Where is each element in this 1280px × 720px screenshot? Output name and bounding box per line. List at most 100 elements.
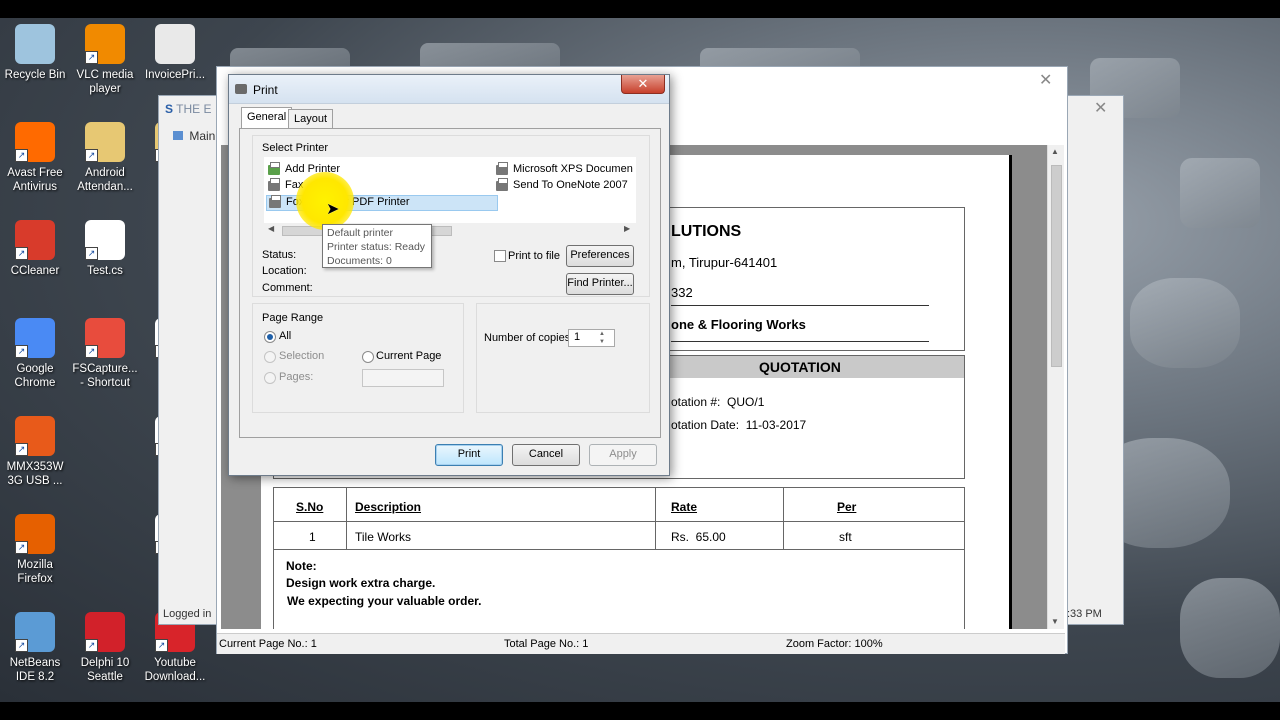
print-to-file-label: Print to file [508, 250, 560, 262]
scroll-down-icon[interactable]: ▼ [1051, 617, 1059, 626]
add-printer-icon [268, 162, 280, 175]
apply-button[interactable]: Apply [589, 444, 657, 466]
fscapture-icon: ↗ [85, 318, 125, 358]
shortcut-arrow-icon: ↗ [15, 541, 28, 554]
table-header-rate: Rate [671, 500, 698, 514]
app-logo-icon: S [165, 102, 174, 116]
desktop-icon-label: CCleaner [10, 265, 60, 277]
desktop-icon-label: MMX353W 3G USB ... [6, 461, 64, 487]
background-close-icon[interactable]: ✕ [1094, 98, 1107, 118]
scroll-left-icon[interactable]: ◀ [268, 224, 274, 233]
desktop-icon-chrome[interactable]: ↗ Google Chrome [0, 318, 70, 390]
range-current-page-label: Current Page [376, 350, 442, 362]
desktop-icon-android-attendance[interactable]: ↗ Android Attendan... [70, 122, 140, 194]
desktop-icon-label: Avast Free Antivirus [7, 167, 63, 193]
range-pages-radio[interactable] [264, 372, 276, 384]
quotation-heading: QUOTATION [759, 359, 841, 375]
desktop-icon-label: Delphi 10 Seattle [80, 657, 130, 683]
tab-layout[interactable]: Layout [288, 109, 334, 128]
background-status-left: Logged in [163, 608, 212, 620]
cancel-button[interactable]: Cancel [512, 444, 580, 466]
shortcut-arrow-icon: ↗ [15, 149, 28, 162]
firefox-icon: ↗ [15, 514, 55, 554]
desktop-icon-label: FSCapture... - Shortcut [72, 363, 138, 389]
desktop-icon-netbeans[interactable]: ↗ NetBeans IDE 8.2 [0, 612, 70, 684]
zoom-status: Zoom Factor: 100% [786, 638, 883, 650]
table-rule [273, 521, 964, 522]
chevron-up-icon[interactable]: ▲ ▼ [599, 330, 605, 346]
preferences-button[interactable]: Preferences [566, 245, 634, 267]
print-dialog[interactable]: Print ✕ General Layout Select Printer Ad… [228, 74, 670, 476]
home-icon [173, 131, 183, 140]
dialog-titlebar[interactable]: Print ✕ [229, 75, 669, 104]
desktop-icon-recycle-bin[interactable]: Recycle Bin [0, 24, 70, 82]
test-cs-icon: ↗ [85, 220, 125, 260]
vlc-icon: ↗ [85, 24, 125, 64]
table-cell-description: Tile Works [355, 530, 412, 544]
desktop-icon-invoice-printer[interactable]: InvoicePri... [140, 24, 210, 82]
note-title: Note: [286, 559, 317, 573]
copies-value: 1 [574, 331, 581, 343]
quotation-number-row: otation #: QUO/1 [671, 395, 765, 409]
quotation-date-row: otation Date: 11-03-2017 [671, 418, 807, 432]
range-current-page-radio[interactable] [362, 351, 374, 363]
page-range-label: Page Range [262, 312, 324, 324]
mouse-pointer-icon: ➤ [326, 201, 340, 218]
main-tab[interactable]: Main [173, 129, 215, 143]
range-all-label: All [279, 330, 292, 342]
general-tab-panel: Select Printer Add Printer Fax Foxit Rea… [239, 128, 661, 438]
print-to-file-checkbox[interactable] [494, 250, 506, 262]
printer-icon [496, 162, 508, 175]
status-label: Status: [262, 249, 297, 261]
printer-icon [269, 195, 281, 208]
company-phone: 332 [671, 285, 693, 300]
comment-label: Comment: [262, 282, 313, 294]
scroll-right-icon[interactable]: ▶ [624, 224, 630, 233]
desktop-icon-label: Mozilla Firefox [17, 559, 53, 585]
company-name: LUTIONS [671, 223, 742, 240]
desktop-icon-fscapture[interactable]: ↗ FSCapture... - Shortcut [70, 318, 140, 390]
desktop-icon-vlc[interactable]: ↗ VLC media player [70, 24, 140, 96]
ccleaner-icon: ↗ [15, 220, 55, 260]
chrome-icon: ↗ [15, 318, 55, 358]
table-header-sno: S.No [296, 500, 324, 514]
desktop-icon-firefox[interactable]: ↗ Mozilla Firefox [0, 514, 70, 586]
invoice-printer-icon [155, 24, 195, 64]
company-address: m, Tirupur-641401 [671, 255, 778, 270]
desktop-icon-avast[interactable]: ↗ Avast Free Antivirus [0, 122, 70, 194]
pages-input[interactable] [362, 369, 444, 387]
tab-general[interactable]: General [241, 107, 293, 128]
find-printer-button[interactable]: Find Printer... [566, 273, 634, 295]
table-rule [346, 487, 347, 549]
table-cell-per: sft [839, 530, 852, 544]
range-selection-radio[interactable] [264, 351, 276, 363]
avast-icon: ↗ [15, 122, 55, 162]
table-rule [655, 487, 656, 549]
range-all-radio[interactable] [264, 331, 276, 343]
scroll-up-icon[interactable]: ▲ [1051, 147, 1059, 156]
android-attendance-icon: ↗ [85, 122, 125, 162]
copies-label: Number of copies: [484, 332, 574, 344]
desktop-icon-label: Youtube Download... [144, 657, 206, 683]
desktop-icon-mmx353w[interactable]: ↗ MMX353W 3G USB ... [0, 416, 70, 488]
total-page-status: Total Page No.: 1 [504, 638, 589, 650]
shortcut-arrow-icon: ↗ [15, 247, 28, 260]
printer-tooltip: Default printer Printer status: Ready Do… [322, 224, 432, 268]
scroll-thumb[interactable] [1051, 165, 1062, 367]
dialog-title: Print [253, 83, 278, 97]
close-button[interactable]: ✕ [621, 75, 665, 94]
preview-close-icon[interactable]: ✕ [1039, 70, 1052, 90]
copies-stepper[interactable]: 1 ▲ ▼ [568, 329, 615, 347]
desktop-icon-delphi[interactable]: ↗ Delphi 10 Seattle [70, 612, 140, 684]
print-button[interactable]: Print [435, 444, 503, 466]
shortcut-arrow-icon: ↗ [85, 149, 98, 162]
shortcut-arrow-icon: ↗ [85, 247, 98, 260]
divider [671, 305, 929, 306]
current-page-status: Current Page No.: 1 [219, 638, 317, 650]
shortcut-arrow-icon: ↗ [85, 51, 98, 64]
desktop-icon-ccleaner[interactable]: ↗ CCleaner [0, 220, 70, 278]
desktop-icon-label: InvoicePri... [144, 69, 206, 81]
vertical-scrollbar[interactable]: ▲ ▼ [1047, 145, 1064, 629]
desktop-icon-label: VLC media player [76, 69, 134, 95]
desktop-icon-test-cs[interactable]: ↗ Test.cs [70, 220, 140, 278]
